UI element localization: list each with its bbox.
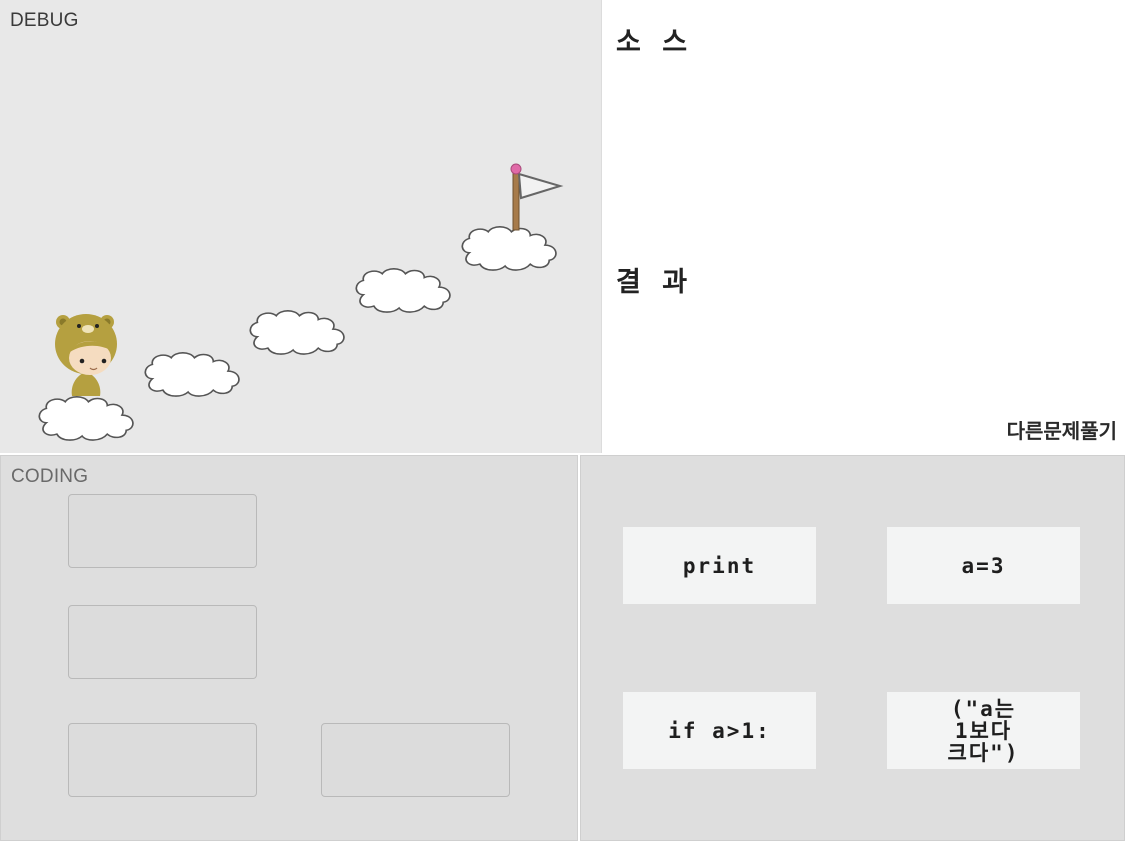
code-block-print[interactable]: print bbox=[623, 527, 816, 604]
result-title: 결 과 bbox=[616, 267, 694, 298]
code-block-assign[interactable]: a=3 bbox=[887, 527, 1080, 604]
coding-label: CODING bbox=[11, 466, 89, 487]
code-slot-2[interactable] bbox=[68, 605, 257, 679]
bear-hood-character-icon bbox=[55, 314, 117, 396]
cloud-platform-icon bbox=[249, 309, 345, 355]
cloud-platform-icon bbox=[355, 267, 451, 313]
debug-panel: DEBUG bbox=[0, 0, 602, 453]
code-blocks-panel: print a=3 if a>1: ("a는 1보다 크다") bbox=[580, 455, 1125, 841]
source-title: 소 스 bbox=[616, 27, 694, 58]
coding-panel: CODING bbox=[0, 455, 578, 841]
source-result-pane: 소 스 결 과 다른문제풀기 bbox=[602, 0, 1125, 453]
game-stage bbox=[38, 163, 564, 441]
cloud-platform-icon bbox=[144, 351, 240, 397]
code-block-string[interactable]: ("a는 1보다 크다") bbox=[887, 692, 1080, 769]
code-slot-1[interactable] bbox=[68, 494, 257, 568]
goal-flag-icon bbox=[510, 163, 564, 231]
other-problem-button[interactable]: 다른문제풀기 bbox=[1007, 415, 1117, 444]
code-slot-4[interactable] bbox=[321, 723, 510, 797]
code-block-if[interactable]: if a>1: bbox=[623, 692, 816, 769]
cloud-platform-icon bbox=[461, 225, 557, 271]
code-slot-3[interactable] bbox=[68, 723, 257, 797]
cloud-platform-icon bbox=[38, 395, 134, 441]
